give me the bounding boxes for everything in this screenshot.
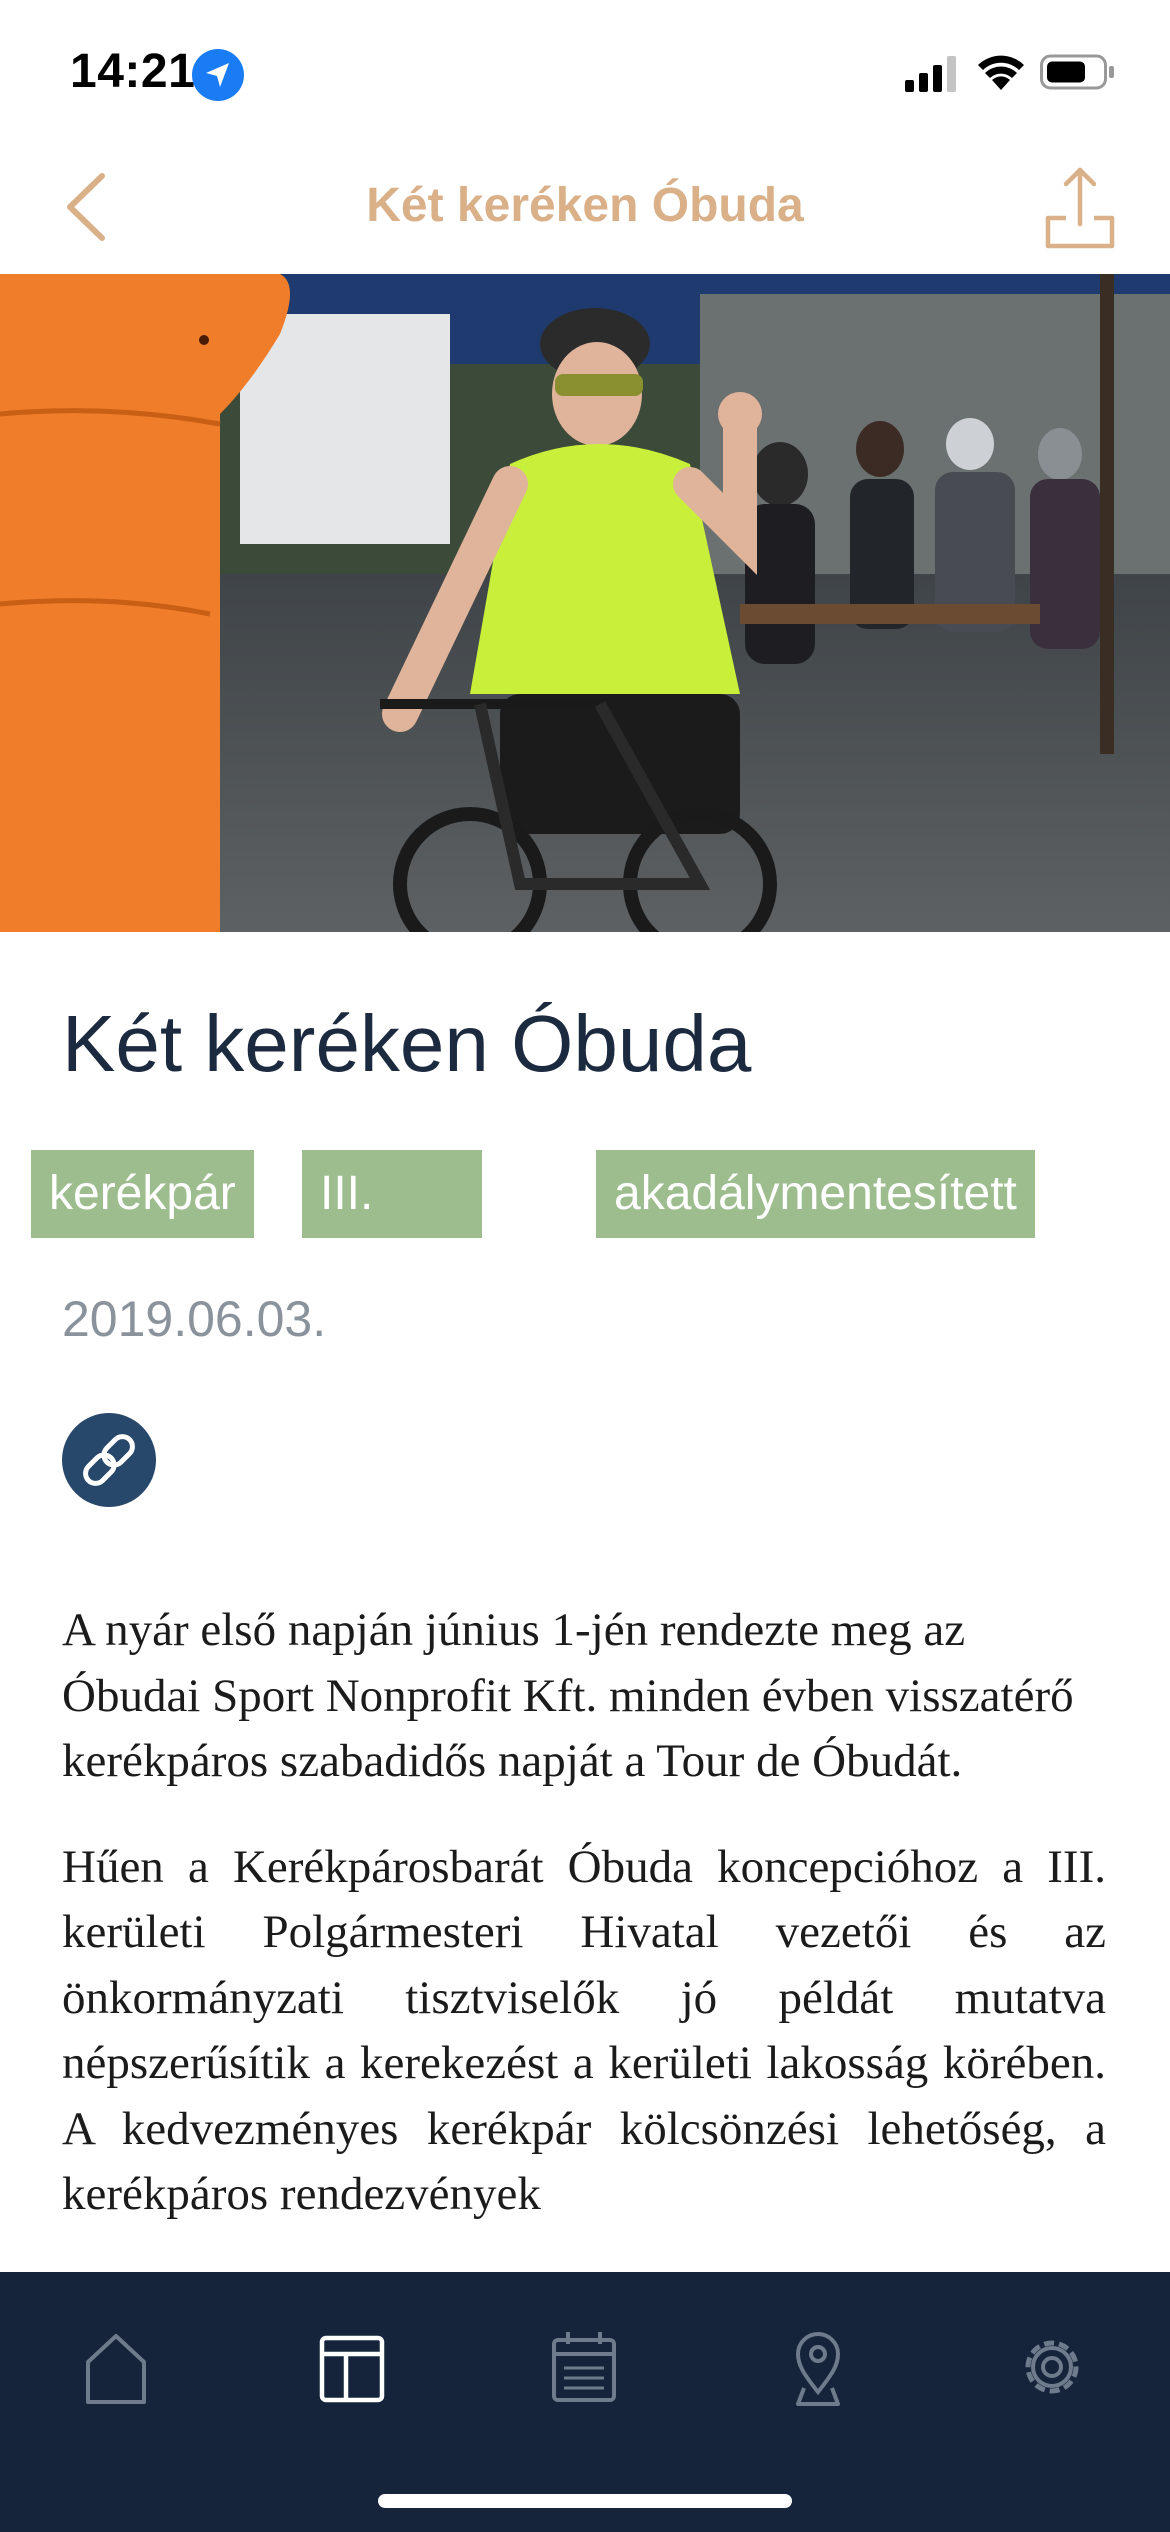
status-bar: 14:21 bbox=[0, 0, 1170, 140]
share-icon[interactable] bbox=[1040, 162, 1120, 252]
article-body: A nyár első napján június 1-jén rendezte… bbox=[62, 1598, 1106, 2268]
article-title: Két keréken Óbuda bbox=[62, 999, 752, 1088]
battery-icon bbox=[1040, 54, 1114, 90]
link-button[interactable] bbox=[62, 1413, 156, 1507]
settings-icon[interactable] bbox=[992, 2312, 1112, 2422]
chevron-left-icon[interactable] bbox=[56, 162, 126, 252]
calendar-icon[interactable] bbox=[524, 2312, 644, 2422]
home-icon[interactable] bbox=[56, 2312, 176, 2422]
tag-akadalymentesitett[interactable]: akadálymentesített bbox=[596, 1150, 1035, 1238]
map-pin-icon[interactable] bbox=[758, 2312, 878, 2422]
home-indicator[interactable] bbox=[378, 2494, 792, 2508]
layout-icon[interactable] bbox=[290, 2312, 410, 2422]
link-icon bbox=[83, 1434, 135, 1486]
article-date: 2019.06.03. bbox=[62, 1291, 327, 1347]
article-paragraph: A nyár első napján június 1-jén rendezte… bbox=[62, 1604, 1074, 1787]
navigation-bar: Két keréken Óbuda bbox=[0, 140, 1170, 274]
status-time: 14:21 bbox=[70, 45, 196, 98]
tag-iii-kerulet[interactable]: III. kerület bbox=[302, 1150, 483, 1308]
hero-image bbox=[0, 274, 1170, 932]
tag-kerekpar[interactable]: kerékpár bbox=[31, 1150, 254, 1238]
article-paragraph: Hűen a Kerékpárosbarát Óbuda koncepcióho… bbox=[62, 1840, 1106, 2221]
location-arrow-icon bbox=[192, 49, 244, 101]
cellular-signal-icon bbox=[905, 56, 956, 92]
nav-title: Két keréken Óbuda bbox=[366, 179, 804, 232]
tab-bar bbox=[0, 2272, 1170, 2532]
wifi-icon bbox=[978, 55, 1024, 90]
